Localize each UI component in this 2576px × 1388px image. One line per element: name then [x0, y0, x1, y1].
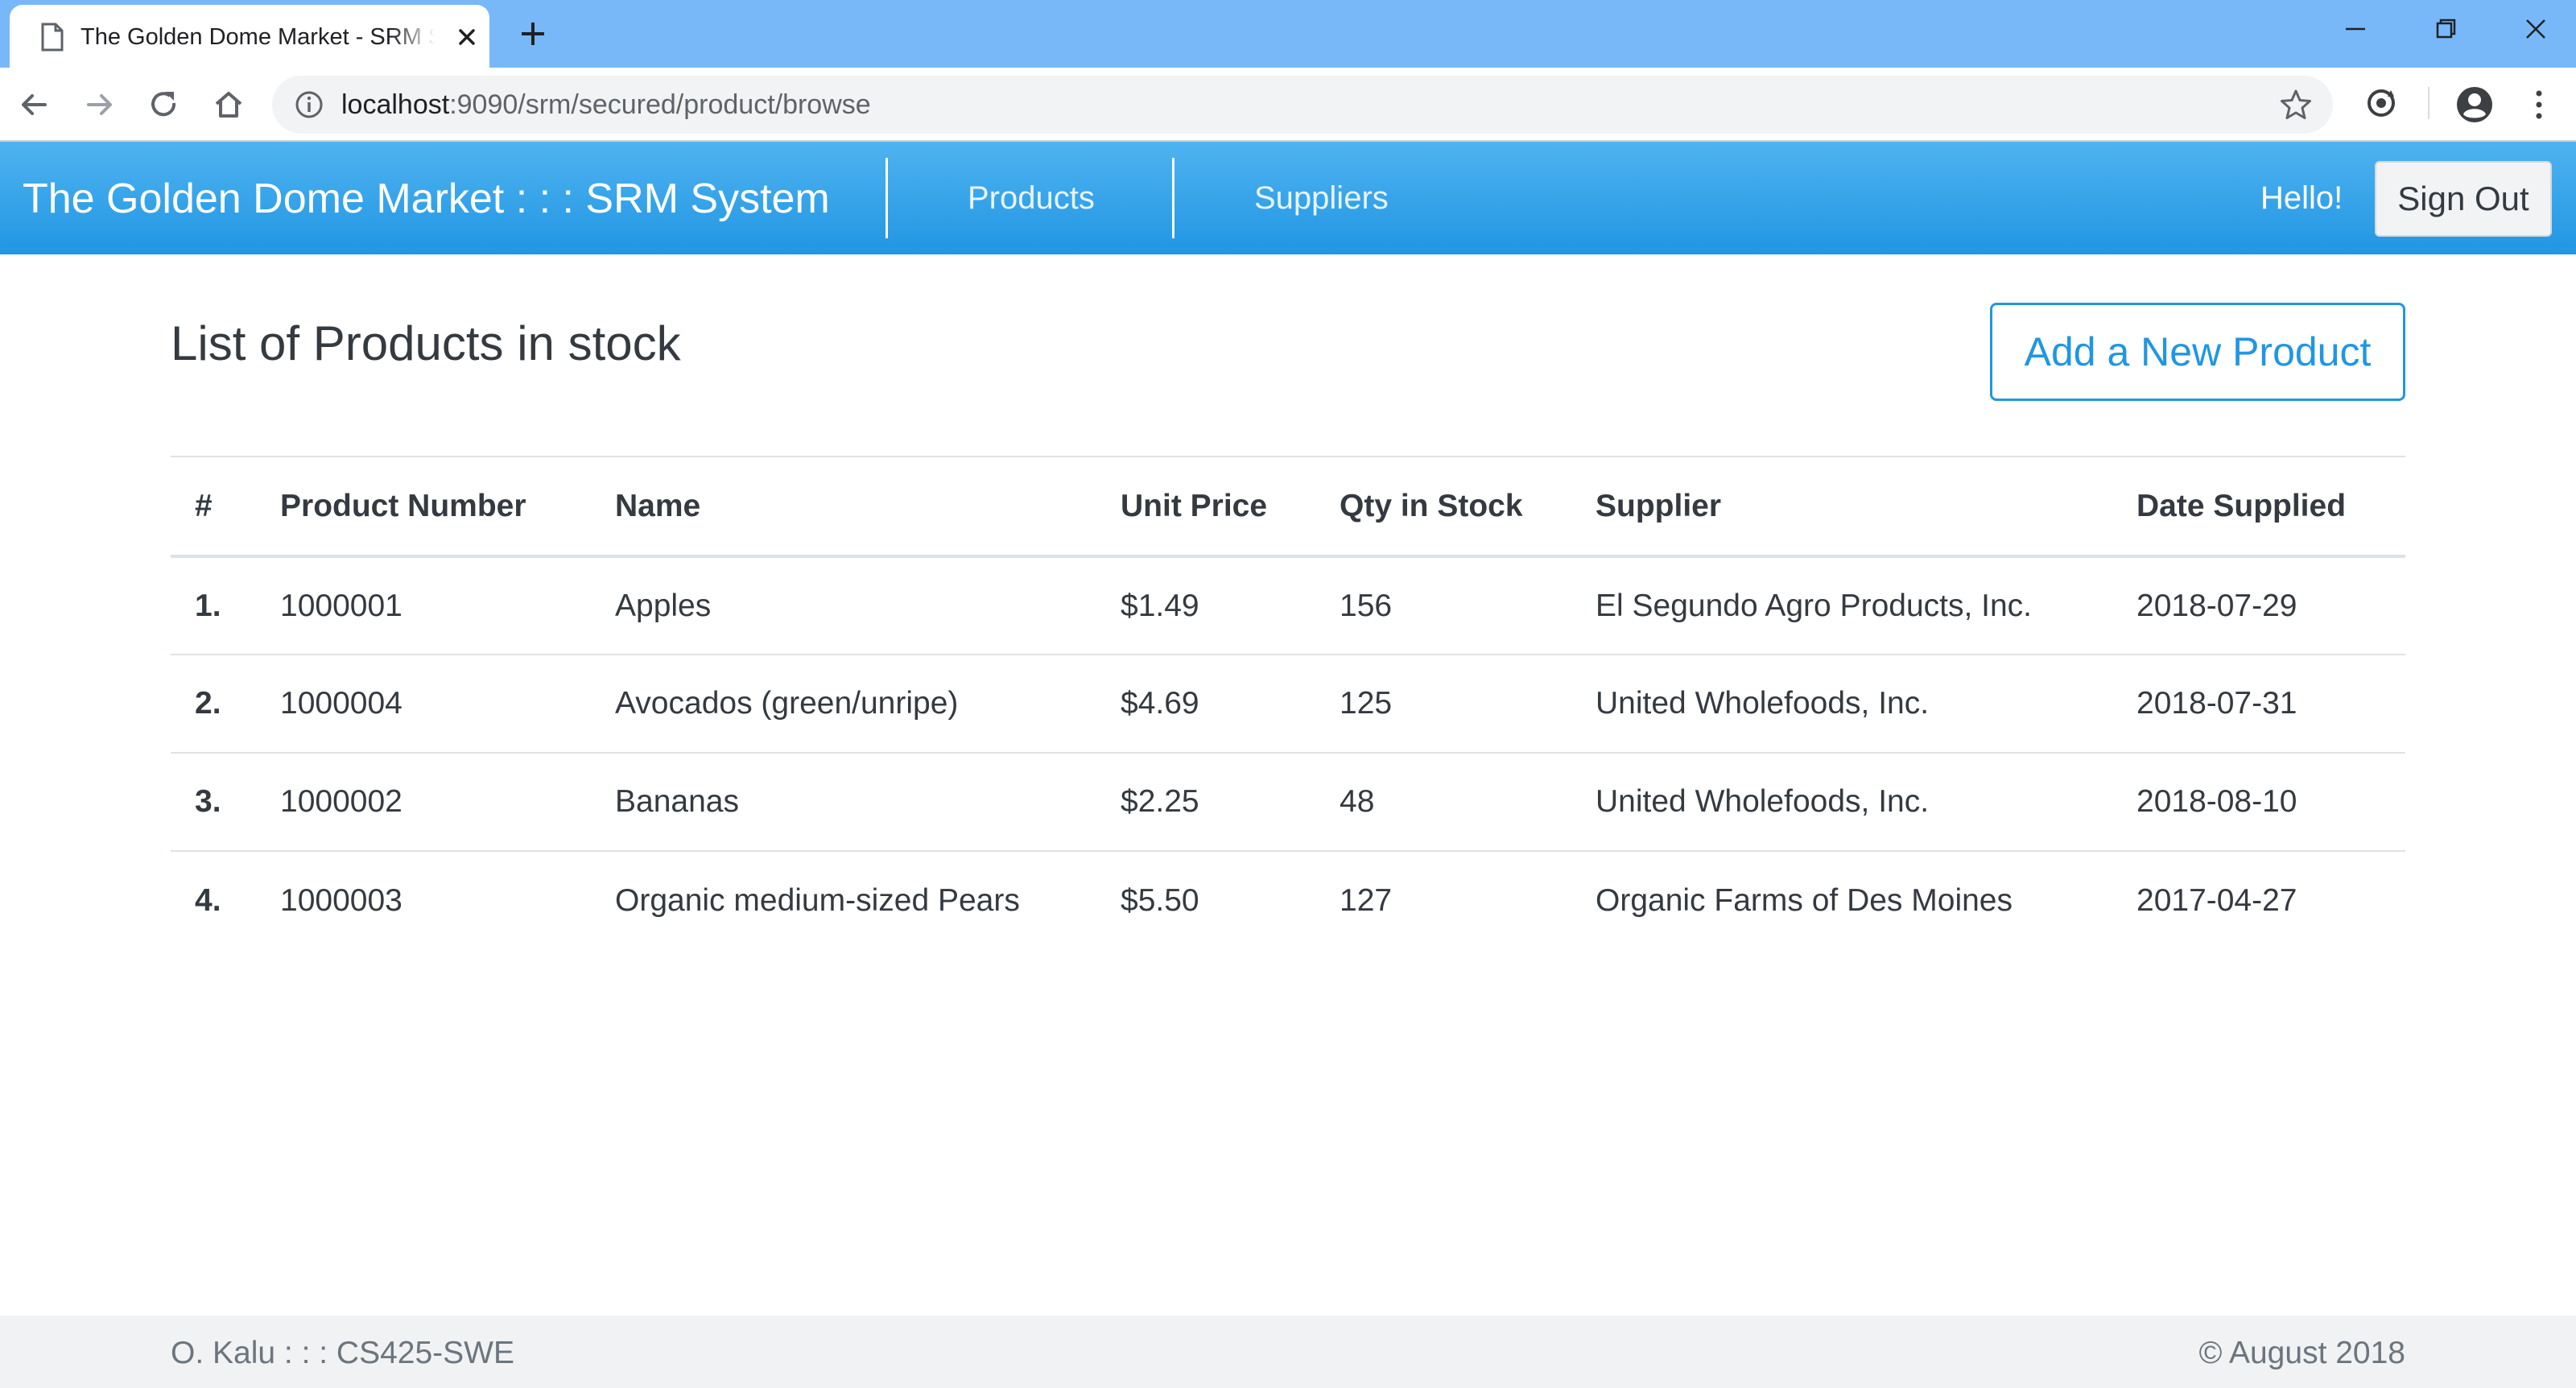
url-host: localhost [341, 89, 450, 120]
url-path: :9090/srm/secured/product/browse [449, 89, 871, 120]
footer-author: O. Kalu : : : CS425-SWE [171, 1336, 514, 1370]
supplier: El Segundo Agro Products, Inc. [1596, 588, 2033, 623]
column-header-name: Name [615, 488, 701, 523]
forward-arrow-icon[interactable] [80, 85, 119, 124]
product-number: 1000004 [280, 686, 402, 721]
product-number: 1000002 [280, 784, 402, 819]
home-icon[interactable] [209, 85, 248, 124]
brand-title[interactable]: The Golden Dome Market : : : SRM System [23, 174, 830, 224]
browser-tab-strip: The Golden Dome Market - SRM System [0, 0, 2576, 68]
page-title: List of Products in stock [171, 316, 681, 370]
column-header-index: # [195, 488, 213, 523]
column-header-product-number: Product Number [280, 488, 526, 523]
bookmark-star-icon[interactable] [2278, 87, 2314, 122]
date-supplied: 2018-07-31 [2136, 686, 2297, 721]
url-text[interactable]: localhost:9090/srm/secured/product/brows… [341, 87, 871, 122]
product-number: 1000003 [280, 882, 402, 918]
new-tab-icon[interactable] [514, 14, 552, 53]
product-number: 1000001 [280, 588, 402, 623]
product-name: Bananas [615, 784, 739, 819]
minimize-icon[interactable] [2331, 10, 2380, 48]
browser-toolbar: localhost:9090/srm/secured/product/brows… [0, 68, 2576, 142]
reload-icon[interactable] [145, 85, 184, 124]
row-index: 3. [195, 784, 221, 819]
nav-link-products[interactable]: Products [968, 177, 1095, 219]
greeting-text: Hello! [2260, 180, 2343, 216]
supplier: United Wholefoods, Inc. [1596, 686, 1930, 721]
products-table: # Product Number Name Unit Price Qty in … [171, 456, 2405, 949]
column-header-unit-price: Unit Price [1121, 488, 1268, 523]
unit-price: $5.50 [1121, 882, 1199, 918]
document-icon [41, 23, 64, 52]
close-tab-icon[interactable] [451, 21, 483, 53]
back-arrow-icon[interactable] [14, 85, 53, 124]
date-supplied: 2017-04-27 [2136, 882, 2297, 918]
app-navbar: The Golden Dome Market : : : SRM System … [0, 142, 2576, 254]
supplier: United Wholefoods, Inc. [1596, 784, 1930, 819]
profile-avatar-icon[interactable] [2454, 84, 2496, 126]
extension-sync-icon[interactable] [2362, 84, 2401, 122]
restore-icon[interactable] [2421, 10, 2470, 48]
close-window-icon[interactable] [2512, 10, 2560, 48]
row-index: 1. [195, 588, 221, 623]
product-name: Apples [615, 588, 712, 623]
more-menu-icon[interactable] [2529, 84, 2549, 126]
supplier: Organic Farms of Des Moines [1596, 882, 2013, 918]
qty-in-stock: 48 [1340, 784, 1375, 819]
unit-price: $4.69 [1121, 686, 1199, 721]
toolbar-divider [2428, 87, 2429, 119]
date-supplied: 2018-07-29 [2136, 588, 2297, 623]
nav-divider [886, 158, 888, 238]
unit-price: $1.49 [1121, 588, 1199, 623]
nav-link-suppliers[interactable]: Suppliers [1254, 177, 1389, 219]
table-row: 1. 1000001 Apples $1.49 156 El Segundo A… [171, 556, 2405, 655]
row-index: 2. [195, 686, 221, 721]
qty-in-stock: 127 [1340, 882, 1393, 918]
product-name: Organic medium-sized Pears [615, 882, 1020, 918]
nav-divider [1172, 158, 1174, 238]
info-icon[interactable] [293, 89, 325, 121]
table-header-row: # Product Number Name Unit Price Qty in … [171, 456, 2405, 556]
date-supplied: 2018-08-10 [2136, 784, 2297, 819]
tab-title: The Golden Dome Market - SRM System [80, 24, 435, 50]
table-row: 3. 1000002 Bananas $2.25 48 United Whole… [171, 753, 2405, 851]
table-row: 2. 1000004 Avocados (green/unripe) $4.69… [171, 655, 2405, 753]
footer-copyright: © August 2018 [2198, 1336, 2405, 1370]
column-header-supplier: Supplier [1596, 488, 1722, 523]
table-row: 4. 1000003 Organic medium-sized Pears $5… [171, 851, 2405, 949]
column-header-qty: Qty in Stock [1340, 488, 1523, 523]
product-name: Avocados (green/unripe) [615, 686, 959, 721]
add-product-button[interactable]: Add a New Product [1990, 303, 2405, 401]
column-header-date: Date Supplied [2136, 488, 2347, 523]
unit-price: $2.25 [1121, 784, 1199, 819]
qty-in-stock: 156 [1340, 588, 1393, 623]
sign-out-button[interactable]: Sign Out [2375, 161, 2552, 237]
row-index: 4. [195, 882, 221, 918]
page-footer: O. Kalu : : : CS425-SWE © August 2018 [0, 1316, 2576, 1388]
address-bar[interactable]: localhost:9090/srm/secured/product/brows… [272, 76, 2333, 134]
qty-in-stock: 125 [1340, 686, 1393, 721]
browser-tab[interactable]: The Golden Dome Market - SRM System [10, 5, 489, 68]
